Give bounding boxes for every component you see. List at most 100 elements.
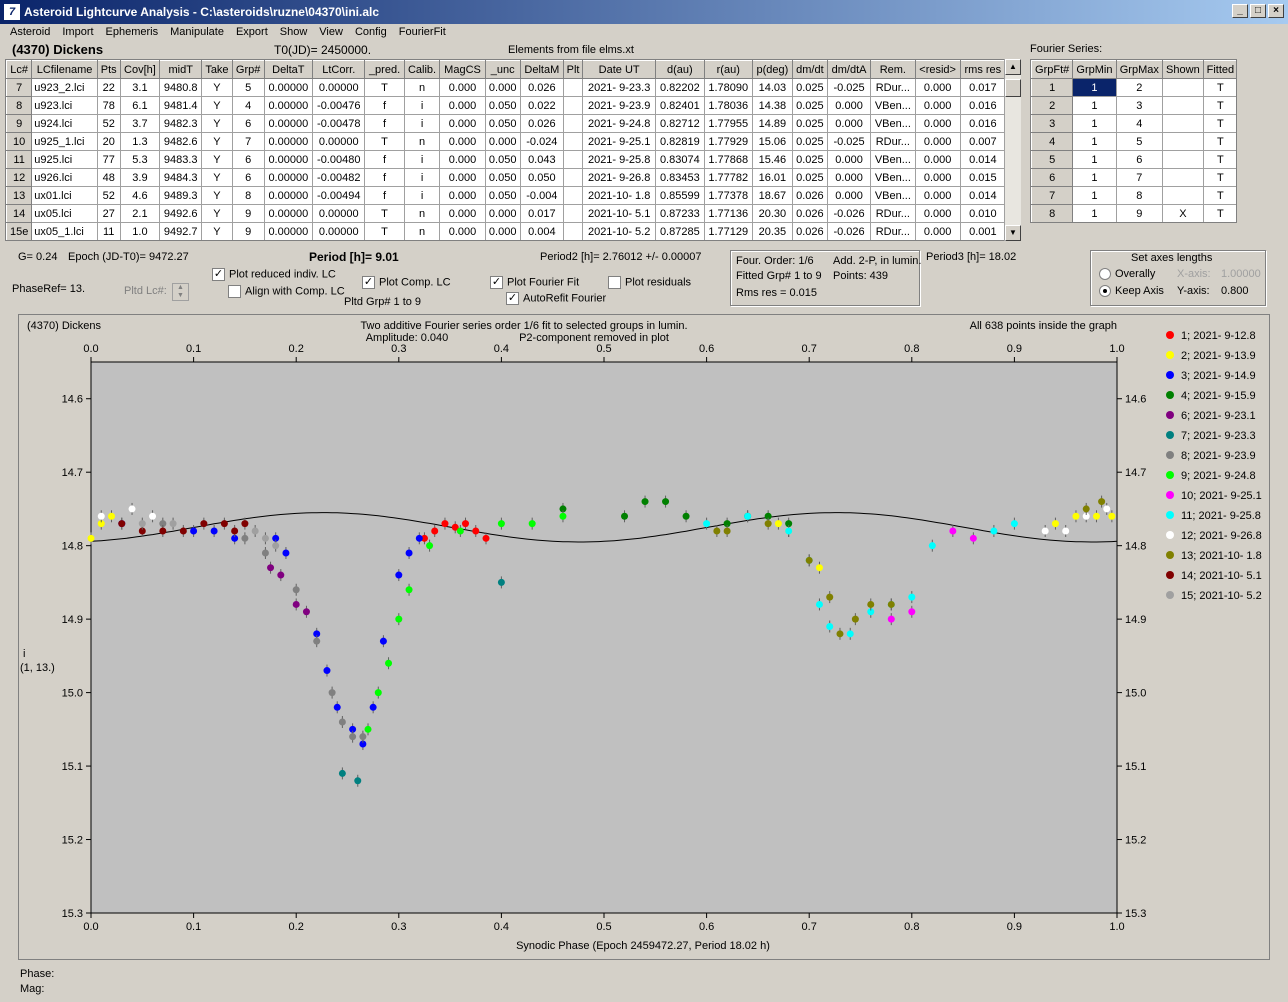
- lc-cell[interactable]: VBen...: [870, 96, 916, 115]
- fourier-cell[interactable]: T: [1202, 186, 1236, 205]
- lc-col-header[interactable]: Rem.: [870, 60, 916, 79]
- lc-cell[interactable]: 0.026: [519, 114, 564, 133]
- lc-col-header[interactable]: MagCS: [439, 60, 486, 79]
- fourier-col-header[interactable]: Shown: [1162, 60, 1204, 79]
- lc-col-header[interactable]: DeltaT: [263, 60, 314, 79]
- lc-cell[interactable]: 0.014: [959, 186, 1004, 205]
- fourier-cell[interactable]: 6: [1031, 168, 1074, 187]
- lc-cell[interactable]: 0.000: [484, 78, 521, 97]
- lc-cell[interactable]: 15.46: [751, 150, 793, 169]
- lc-cell[interactable]: n: [403, 132, 441, 151]
- lc-cell[interactable]: 15.06: [751, 132, 793, 151]
- lc-cell[interactable]: 9492.6: [159, 204, 203, 223]
- fourier-cell[interactable]: T: [1202, 168, 1236, 187]
- lc-cell[interactable]: 0.022: [519, 96, 564, 115]
- lc-cell[interactable]: 7: [6, 78, 33, 97]
- fourier-row[interactable]: 314 T: [1031, 114, 1236, 133]
- lc-cell[interactable]: 0.85599: [655, 186, 705, 205]
- lc-col-header[interactable]: dm/dt: [791, 60, 829, 79]
- lc-cell[interactable]: 0.010: [959, 204, 1004, 223]
- lc-cell[interactable]: 1.0: [119, 222, 161, 240]
- fourier-col-header[interactable]: GrpMax: [1115, 60, 1164, 79]
- lc-cell[interactable]: Y: [201, 132, 233, 151]
- lc-cell[interactable]: 0.050: [484, 150, 521, 169]
- lc-cell[interactable]: 2021- 9-23.3: [582, 78, 657, 97]
- lc-cell[interactable]: -0.025: [826, 132, 872, 151]
- lc-cell[interactable]: 48: [96, 168, 121, 187]
- lc-cell[interactable]: 0.87285: [655, 222, 705, 240]
- lc-cell[interactable]: 9480.8: [159, 78, 203, 97]
- lc-cell[interactable]: Y: [201, 96, 233, 115]
- lc-cell[interactable]: T: [364, 222, 405, 240]
- lc-col-header[interactable]: Lc#: [6, 60, 33, 79]
- plot-residuals-checkbox[interactable]: Plot residuals: [608, 276, 691, 289]
- align-comp-checkbox[interactable]: Align with Comp. LC: [228, 285, 345, 298]
- lc-cell[interactable]: 0.00000: [263, 168, 314, 187]
- lc-cell[interactable]: RDur...: [870, 132, 916, 151]
- lc-cell[interactable]: 2021- 9-23.9: [582, 96, 657, 115]
- lc-cell[interactable]: -0.00478: [312, 114, 366, 133]
- lc-cell[interactable]: ux05.lci: [31, 204, 98, 223]
- lc-cell[interactable]: 77: [96, 150, 121, 169]
- lc-cell[interactable]: 2021- 9-25.1: [582, 132, 657, 151]
- fourier-cell[interactable]: 1: [1072, 96, 1117, 115]
- lc-cell[interactable]: Y: [201, 168, 233, 187]
- fourier-row[interactable]: 516 T: [1031, 150, 1236, 169]
- lc-cell[interactable]: 0.000: [826, 114, 872, 133]
- fourier-row[interactable]: 112T: [1031, 78, 1236, 97]
- lc-cell[interactable]: 0.025: [791, 96, 829, 115]
- lc-cell[interactable]: u925.lci: [31, 150, 98, 169]
- lc-cell[interactable]: 9: [6, 114, 33, 133]
- lc-cell[interactable]: [562, 204, 584, 223]
- lc-cell[interactable]: 0.000: [484, 204, 521, 223]
- lc-cell[interactable]: RDur...: [870, 78, 916, 97]
- lc-cell[interactable]: u926.lci: [31, 168, 98, 187]
- scroll-up-button[interactable]: ▲: [1005, 59, 1021, 75]
- lc-row[interactable]: 8 u923.lci 78 6.1 9481.4 Y 4 0.00000 -0.00476 f i 0…: [6, 96, 1004, 115]
- menu-view[interactable]: View: [313, 24, 349, 42]
- lc-cell[interactable]: 0.025: [791, 168, 829, 187]
- lc-col-header[interactable]: Grp#: [231, 60, 265, 79]
- lc-cell[interactable]: 0.82202: [655, 78, 705, 97]
- lc-cell[interactable]: 14.03: [751, 78, 793, 97]
- lc-cell[interactable]: n: [403, 204, 441, 223]
- lc-cell[interactable]: T: [364, 132, 405, 151]
- lc-cell[interactable]: 7: [231, 132, 265, 151]
- lc-cell[interactable]: Y: [201, 78, 233, 97]
- lc-cell[interactable]: i: [403, 186, 441, 205]
- lc-cell[interactable]: 16.01: [751, 168, 793, 187]
- lc-cell[interactable]: 52: [96, 114, 121, 133]
- lc-cell[interactable]: 9: [231, 204, 265, 223]
- lc-cell[interactable]: 0.000: [914, 96, 961, 115]
- lc-cell[interactable]: 0.000: [914, 204, 961, 223]
- lc-cell[interactable]: 0.000: [439, 186, 486, 205]
- lc-cell[interactable]: 0.00000: [312, 78, 366, 97]
- menu-manipulate[interactable]: Manipulate: [164, 24, 230, 42]
- menu-asteroid[interactable]: Asteroid: [4, 24, 56, 42]
- lc-cell[interactable]: 0.014: [959, 150, 1004, 169]
- lc-row[interactable]: 10 u925_1.lci 20 1.3 9482.6 Y 7 0.00000 0.00000 T…: [6, 132, 1004, 151]
- lc-cell[interactable]: 0.00000: [263, 150, 314, 169]
- lc-cell[interactable]: 2021- 9-24.8: [582, 114, 657, 133]
- fourier-cell[interactable]: 5: [1031, 150, 1074, 169]
- lc-cell[interactable]: 1.78090: [703, 78, 753, 97]
- scroll-thumb[interactable]: [1005, 79, 1021, 97]
- lc-cell[interactable]: u924.lci: [31, 114, 98, 133]
- lc-cell[interactable]: 0.83453: [655, 168, 705, 187]
- lc-cell[interactable]: 0.000: [439, 132, 486, 151]
- lc-cell[interactable]: 0.82819: [655, 132, 705, 151]
- lc-cell[interactable]: 0.00000: [263, 78, 314, 97]
- xaxis-value[interactable]: 1.00000: [1221, 268, 1261, 280]
- menu-ephemeris[interactable]: Ephemeris: [100, 24, 165, 42]
- lc-cell[interactable]: 0.017: [959, 78, 1004, 97]
- lc-cell[interactable]: 27: [96, 204, 121, 223]
- lc-cell[interactable]: ux05_1.lci: [31, 222, 98, 240]
- lc-cell[interactable]: f: [364, 96, 405, 115]
- close-button[interactable]: ×: [1268, 4, 1284, 18]
- lc-col-header[interactable]: Calib.: [403, 60, 441, 79]
- fourier-cell[interactable]: T: [1202, 204, 1236, 222]
- fourier-table[interactable]: GrpFt# GrpMin GrpMax Shown Fitted 112T213T31…: [1030, 59, 1237, 223]
- lc-cell[interactable]: 0.00000: [312, 222, 366, 240]
- lc-cell[interactable]: 0.026: [519, 78, 564, 97]
- lc-cell[interactable]: 6: [231, 150, 265, 169]
